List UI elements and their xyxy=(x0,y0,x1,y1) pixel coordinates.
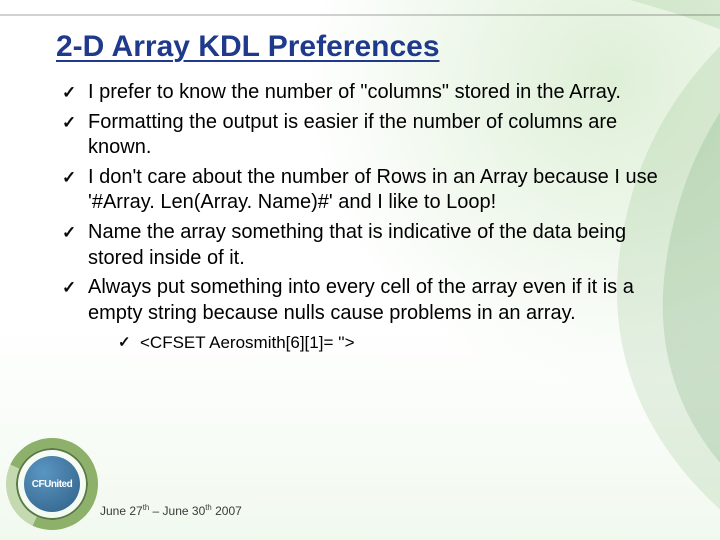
bullet-text: I prefer to know the number of "columns"… xyxy=(88,81,621,103)
list-item: ✓ Always put something into every cell o… xyxy=(62,275,676,354)
bullet-text: Always put something into every cell of … xyxy=(88,276,634,324)
list-item: ✓ I don't care about the number of Rows … xyxy=(62,165,676,216)
list-item: ✓ I prefer to know the number of "column… xyxy=(62,80,676,106)
slide-content: 2-D Array KDL Preferences ✓ I prefer to … xyxy=(0,0,720,540)
footer-part: – June 30 xyxy=(149,504,205,518)
logo-ring-icon xyxy=(0,425,111,540)
check-icon: ✓ xyxy=(118,333,131,353)
sub-bullet-list: ✓ <CFSET Aerosmith[6][1]= ''> xyxy=(118,332,676,354)
check-icon: ✓ xyxy=(62,112,76,134)
footer-part: June 27 xyxy=(100,504,143,518)
list-item: ✓ Name the array something that is indic… xyxy=(62,220,676,271)
check-icon: ✓ xyxy=(62,222,76,244)
check-icon: ✓ xyxy=(62,167,76,189)
sub-bullet-text: <CFSET Aerosmith[6][1]= ''> xyxy=(140,333,355,352)
footer-date: June 27th – June 30th 2007 xyxy=(100,503,242,518)
list-item: ✓ <CFSET Aerosmith[6][1]= ''> xyxy=(118,332,676,354)
conference-logo: CFUnited xyxy=(6,438,98,530)
bullet-list: ✓ I prefer to know the number of "column… xyxy=(62,80,676,354)
list-item: ✓ Formatting the output is easier if the… xyxy=(62,110,676,161)
bullet-text: Name the array something that is indicat… xyxy=(88,221,626,269)
check-icon: ✓ xyxy=(62,82,76,104)
footer-part: 2007 xyxy=(212,504,242,518)
bullet-text: Formatting the output is easier if the n… xyxy=(88,111,617,159)
bullet-text: I don't care about the number of Rows in… xyxy=(88,166,658,214)
slide-title: 2-D Array KDL Preferences xyxy=(56,30,676,64)
check-icon: ✓ xyxy=(62,277,76,299)
